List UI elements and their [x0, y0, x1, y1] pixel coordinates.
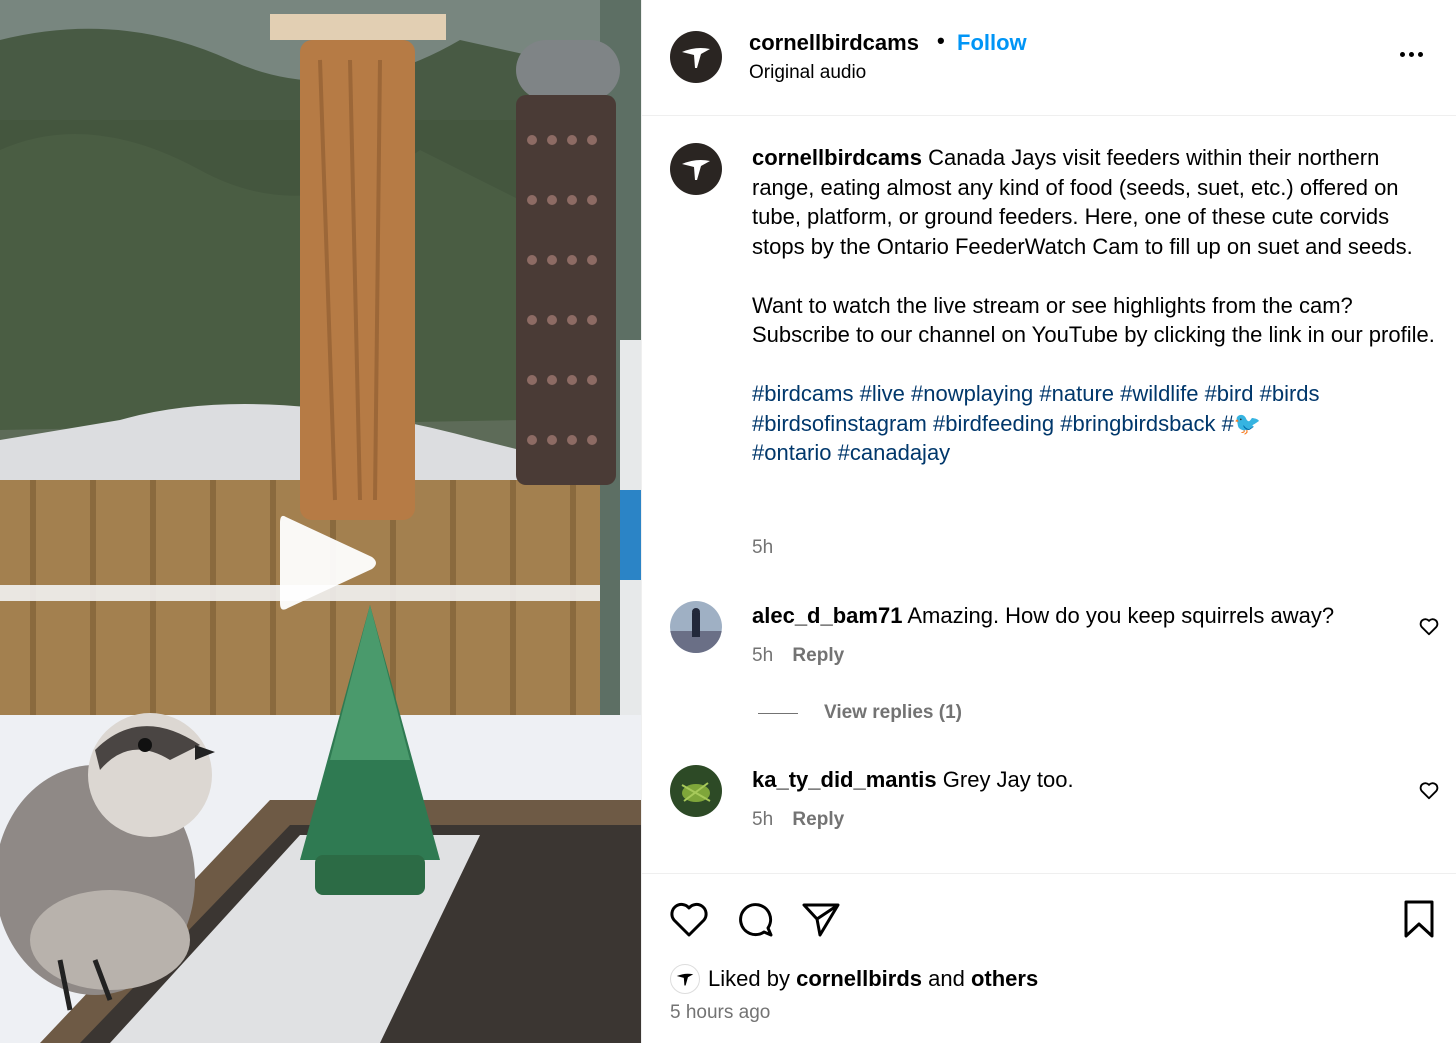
post-header: cornellbirdcams • Follow Original audio [642, 0, 1456, 116]
hashtag[interactable]: #wildlife [1120, 381, 1198, 406]
commenter-avatar[interactable] [670, 601, 722, 653]
play-icon[interactable] [272, 507, 382, 619]
hashtag[interactable]: #birdfeeding [933, 411, 1054, 436]
heart-icon[interactable] [1418, 615, 1440, 637]
likes-summary: Liked by cornellbirds and others [670, 964, 1038, 994]
heart-icon[interactable] [668, 898, 710, 940]
likes-and: and [928, 966, 965, 991]
reply-button[interactable]: Reply [792, 809, 844, 830]
comment-text: ka_ty_did_mantis Grey Jay too. [752, 767, 1074, 793]
replies-divider [758, 712, 798, 714]
likes-others-link[interactable]: others [971, 966, 1038, 992]
hashtag[interactable]: #birdcams [752, 381, 853, 406]
liker-username[interactable]: cornellbirds [796, 966, 922, 992]
hashtag[interactable]: #nowplaying [911, 381, 1033, 406]
hashtag[interactable]: #bringbirdsback [1060, 411, 1215, 436]
paper-plane-icon[interactable] [800, 898, 842, 940]
comment-timestamp[interactable]: 5h [752, 645, 773, 666]
post-video[interactable] [0, 0, 641, 1043]
liker-avatar[interactable] [670, 964, 700, 994]
commenter-avatar[interactable] [670, 765, 722, 817]
bird-logo-icon [682, 48, 710, 68]
comment-meta: 5h Reply [752, 809, 844, 831]
hashtag[interactable]: #🐦 [1222, 411, 1262, 436]
more-dots-icon[interactable] [1400, 44, 1430, 64]
post-timestamp[interactable]: 5 hours ago [670, 1002, 770, 1024]
comment-body: Amazing. How do you keep squirrels away? [907, 603, 1335, 628]
comment-text: alec_d_bam71 Amazing. How do you keep sq… [752, 603, 1334, 629]
commenter-username[interactable]: alec_d_bam71 [752, 603, 902, 628]
commenter-username[interactable]: ka_ty_did_mantis [752, 767, 937, 792]
hashtag[interactable]: #canadajay [838, 440, 951, 465]
post-author-username[interactable]: cornellbirdcams [749, 30, 919, 56]
view-replies-button[interactable]: View replies (1) [758, 702, 962, 724]
hashtag[interactable]: #live [860, 381, 905, 406]
comment-body: Grey Jay too. [942, 767, 1074, 792]
post-actions: Liked by cornellbirds and others 5 hours… [642, 873, 1456, 1043]
caption-timestamp[interactable]: 5h [752, 537, 773, 559]
caption-username[interactable]: cornellbirdcams [752, 145, 922, 170]
reply-button[interactable]: Reply [792, 645, 844, 666]
hashtag-list: #birdcams #live #nowplaying #nature #wil… [752, 379, 1442, 468]
caption-avatar[interactable] [670, 143, 722, 195]
follow-button[interactable]: Follow [957, 30, 1027, 56]
post-details-panel: cornellbirdcams • Follow Original audio … [641, 0, 1456, 1043]
comment-bubble-icon[interactable] [734, 898, 776, 940]
hashtag[interactable]: #bird [1205, 381, 1254, 406]
hashtag[interactable]: #nature [1039, 381, 1114, 406]
hashtag[interactable]: #ontario [752, 440, 832, 465]
audio-label[interactable]: Original audio [749, 62, 866, 84]
heart-icon[interactable] [1418, 779, 1440, 801]
bird-logo-icon [682, 160, 710, 180]
account-avatar[interactable] [670, 31, 722, 83]
view-replies-label: View replies (1) [824, 702, 962, 723]
caption-paragraph-2: Want to watch the live stream or see hig… [752, 292, 1435, 348]
hashtag[interactable]: #birdsofinstagram [752, 411, 927, 436]
comment-meta: 5h Reply [752, 645, 844, 667]
post-caption: cornellbirdcams Canada Jays visit feeder… [752, 143, 1442, 468]
comment-timestamp[interactable]: 5h [752, 809, 773, 830]
likes-prefix: Liked by [708, 966, 790, 991]
hashtag[interactable]: #birds [1260, 381, 1320, 406]
bookmark-icon[interactable] [1398, 898, 1440, 940]
bird-logo-icon [676, 973, 694, 986]
header-separator: • [937, 28, 945, 53]
